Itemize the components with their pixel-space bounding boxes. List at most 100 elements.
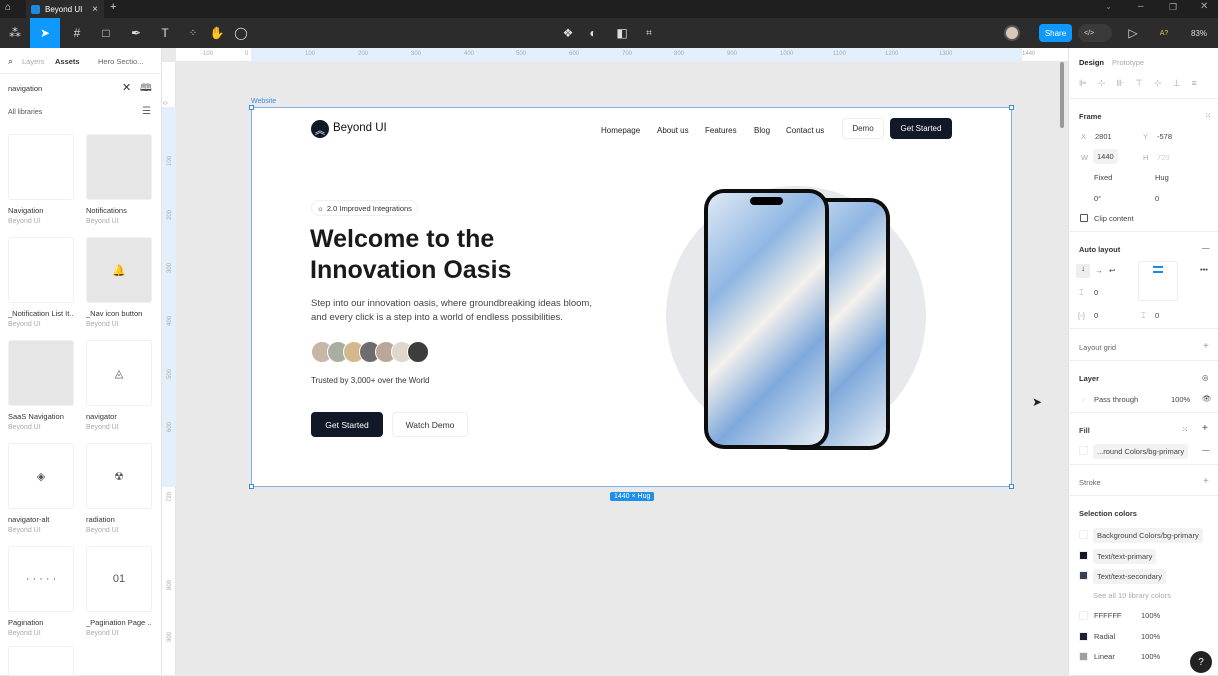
color-swatch[interactable] bbox=[1079, 530, 1088, 539]
search-icon[interactable]: ⌕ bbox=[8, 56, 13, 67]
alignment-grid[interactable] bbox=[1138, 261, 1178, 301]
rectangle-tool-icon[interactable]: □ bbox=[96, 18, 116, 48]
move-tool-icon[interactable]: ➤ bbox=[30, 18, 60, 48]
asset-item[interactable]: 🔔 _Nav icon button Beyond UI bbox=[86, 237, 152, 328]
x-input[interactable]: 2801 bbox=[1095, 132, 1112, 141]
close-tab-icon[interactable]: × bbox=[92, 4, 98, 15]
w-input[interactable]: 1440 bbox=[1093, 149, 1118, 164]
corner-radius-input[interactable]: 0 bbox=[1155, 194, 1159, 203]
component-icon[interactable]: ❖ bbox=[560, 18, 576, 48]
more-options-icon[interactable]: ••• bbox=[1200, 265, 1208, 274]
color-name[interactable]: Linear bbox=[1094, 652, 1115, 661]
help-button[interactable]: ? bbox=[1190, 651, 1212, 673]
library-icon[interactable]: 🕮 bbox=[140, 81, 152, 98]
dev-mode-toggle[interactable]: </> bbox=[1078, 24, 1112, 42]
color-swatch[interactable] bbox=[1079, 652, 1088, 661]
tab-design[interactable]: Design bbox=[1079, 58, 1104, 67]
asset-thumbnail[interactable]: 01 bbox=[86, 546, 152, 612]
minimize-icon[interactable]: – bbox=[1138, 1, 1144, 12]
present-icon[interactable]: ▷ bbox=[1126, 18, 1140, 48]
color-opacity[interactable]: 100% bbox=[1141, 632, 1160, 641]
vertical-direction-icon[interactable]: ↓ bbox=[1076, 264, 1090, 278]
tab-layers[interactable]: Layers bbox=[22, 57, 45, 66]
width-mode-dropdown[interactable]: Fixed bbox=[1094, 173, 1112, 182]
blend-mode-dropdown[interactable]: Pass through bbox=[1094, 395, 1138, 404]
clear-search-icon[interactable]: ✕ bbox=[122, 81, 131, 94]
frame-tool-icon[interactable]: # bbox=[66, 18, 88, 48]
frame-section-title[interactable]: Frame bbox=[1079, 112, 1102, 121]
asset-thumbnail[interactable] bbox=[86, 134, 152, 200]
asset-item[interactable]: _Notification List It... Beyond UI bbox=[8, 237, 74, 328]
asset-thumbnail[interactable] bbox=[8, 646, 74, 676]
asset-item[interactable]: ◈ navigator-alt Beyond UI bbox=[8, 443, 74, 534]
hand-tool-icon[interactable]: ✋ bbox=[208, 18, 226, 48]
fill-swatch[interactable] bbox=[1079, 446, 1088, 455]
wrap-icon[interactable]: ↩ bbox=[1109, 266, 1115, 275]
library-filter-dropdown[interactable]: All libraries bbox=[8, 109, 42, 116]
asset-thumbnail[interactable] bbox=[8, 237, 74, 303]
tab-prototype[interactable]: Prototype bbox=[1112, 58, 1144, 67]
remove-auto-layout-icon[interactable]: — bbox=[1202, 243, 1210, 252]
color-style-chip[interactable]: Background Colors/bg-primary bbox=[1093, 528, 1203, 543]
gap-input[interactable]: 0 bbox=[1094, 288, 1098, 297]
asset-thumbnail[interactable]: ◬ bbox=[86, 340, 152, 406]
asset-thumbnail[interactable]: · · · · · bbox=[8, 546, 74, 612]
boolean-icon[interactable]: ◧ bbox=[612, 18, 632, 48]
asset-thumbnail[interactable]: ☢ bbox=[86, 443, 152, 509]
nav-features[interactable]: Features bbox=[705, 126, 737, 135]
asset-item[interactable]: ◬ navigator Beyond UI bbox=[86, 340, 152, 431]
ai-button[interactable]: A? bbox=[1157, 18, 1171, 48]
frame-label[interactable]: Website bbox=[251, 98, 276, 105]
asset-item[interactable]: 01 _Pagination Page ... Beyond UI bbox=[86, 546, 152, 637]
resize-handle[interactable] bbox=[249, 484, 254, 489]
asset-thumbnail[interactable] bbox=[8, 134, 74, 200]
add-stroke-icon[interactable]: + bbox=[1203, 476, 1209, 487]
components-icon[interactable]: ⁘ bbox=[184, 18, 202, 48]
canvas-scrollbar[interactable] bbox=[1060, 62, 1064, 128]
close-window-icon[interactable]: ✕ bbox=[1200, 1, 1208, 12]
color-swatch[interactable] bbox=[1079, 631, 1088, 641]
website-frame[interactable]: ︽ Beyond UI Homepage About us Features B… bbox=[249, 105, 1014, 489]
asset-thumbnail[interactable]: ◈ bbox=[8, 443, 74, 509]
comment-tool-icon[interactable]: ◯ bbox=[232, 18, 250, 48]
resize-handle[interactable] bbox=[1009, 484, 1014, 489]
alignment-tools[interactable]: ⊫⊹⊪⊤⊹⊥≡ bbox=[1079, 78, 1208, 89]
pen-tool-icon[interactable]: ✒ bbox=[126, 18, 146, 48]
nav-blog[interactable]: Blog bbox=[754, 126, 770, 135]
color-swatch[interactable] bbox=[1079, 571, 1088, 580]
nav-about-us[interactable]: About us bbox=[657, 126, 689, 135]
color-name[interactable]: FFFFFF bbox=[1094, 611, 1122, 620]
color-swatch[interactable] bbox=[1079, 611, 1088, 620]
share-button[interactable]: Share bbox=[1039, 24, 1072, 42]
get-started-button[interactable]: Get Started bbox=[311, 412, 383, 437]
remove-fill-icon[interactable]: — bbox=[1202, 445, 1210, 454]
asset-item[interactable]: ☢ radiation Beyond UI bbox=[86, 443, 152, 534]
restore-icon[interactable]: ❐ bbox=[1169, 2, 1177, 13]
nav-contact-us[interactable]: Contact us bbox=[786, 126, 824, 135]
color-name[interactable]: Radial bbox=[1094, 632, 1115, 641]
page-dropdown[interactable]: Hero Sectio... bbox=[98, 57, 143, 66]
horizontal-padding-input[interactable]: 0 bbox=[1094, 311, 1098, 320]
nav-homepage[interactable]: Homepage bbox=[601, 126, 640, 135]
eye-icon[interactable]: 👁 bbox=[1202, 394, 1212, 403]
get-started-nav-button[interactable]: Get Started bbox=[890, 118, 952, 139]
asset-item[interactable]: SaaS Navigation Beyond UI bbox=[8, 340, 74, 431]
watch-demo-button[interactable]: Watch Demo bbox=[392, 412, 468, 437]
tab-beyond-ui[interactable]: Beyond UI × bbox=[26, 0, 104, 18]
asset-thumbnail[interactable]: 🔔 bbox=[86, 237, 152, 303]
resize-handle[interactable] bbox=[1009, 105, 1014, 110]
resize-handle[interactable] bbox=[249, 105, 254, 110]
height-mode-dropdown[interactable]: Hug bbox=[1155, 173, 1169, 182]
color-style-chip[interactable]: Text/text-primary bbox=[1093, 548, 1157, 564]
avatar[interactable] bbox=[1004, 25, 1020, 41]
add-layout-grid-icon[interactable]: + bbox=[1203, 341, 1209, 352]
asset-item[interactable]: · · · · · Pagination Beyond UI bbox=[8, 546, 74, 637]
add-fill-icon[interactable]: + bbox=[1202, 423, 1208, 434]
chevron-down-icon[interactable]: ⌄ bbox=[1105, 2, 1112, 11]
asset-item[interactable]: Notifications Beyond UI bbox=[86, 134, 152, 225]
zoom-dropdown[interactable]: 83% bbox=[1184, 18, 1214, 48]
layer-opacity-input[interactable]: 100% bbox=[1171, 395, 1190, 404]
asset-thumbnail[interactable] bbox=[8, 340, 74, 406]
color-opacity[interactable]: 100% bbox=[1141, 652, 1160, 661]
color-style-chip[interactable]: Text/text-secondary bbox=[1093, 569, 1167, 584]
